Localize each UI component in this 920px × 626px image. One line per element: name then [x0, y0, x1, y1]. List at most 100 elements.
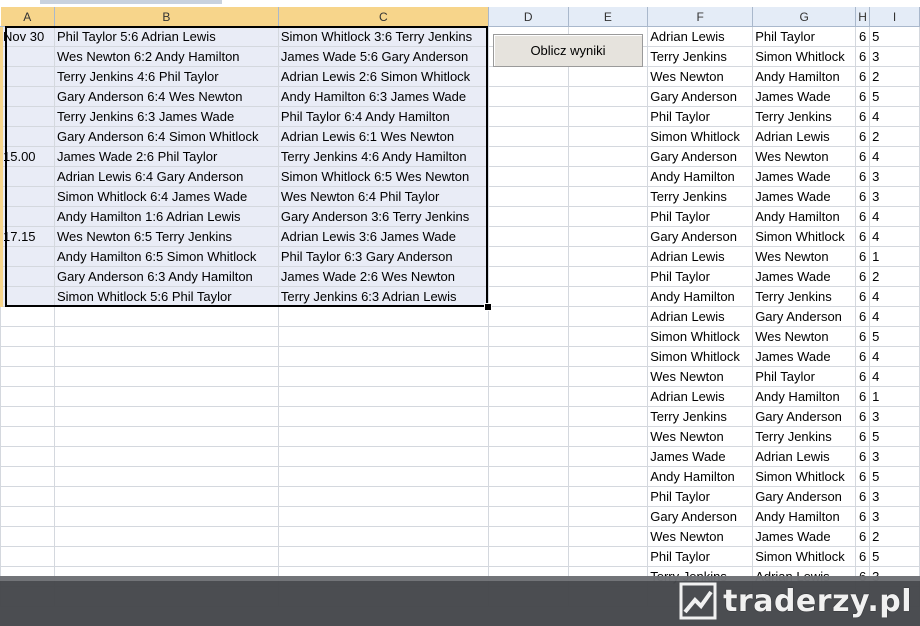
cell-c[interactable]: Wes Newton 6:4 Phil Taylor [278, 186, 489, 207]
cell-d[interactable] [488, 386, 569, 407]
cell-i[interactable]: 5 [869, 546, 920, 567]
cell-a[interactable] [0, 266, 55, 287]
cell-i[interactable]: 2 [869, 526, 920, 547]
cell-d[interactable] [488, 266, 569, 287]
cell-f[interactable]: Phil Taylor [647, 206, 754, 227]
cell-e[interactable] [568, 546, 649, 567]
cell-b[interactable]: James Wade 2:6 Phil Taylor [54, 146, 279, 167]
cell-d[interactable] [488, 546, 569, 567]
column-header-f[interactable]: F [647, 7, 754, 27]
cell-f[interactable]: Andy Hamilton [647, 166, 754, 187]
cell-b[interactable]: Adrian Lewis 6:4 Gary Anderson [54, 166, 279, 187]
cell-b[interactable] [54, 406, 279, 427]
cell-i[interactable]: 4 [869, 226, 920, 247]
cell-g[interactable]: Andy Hamilton [752, 66, 857, 87]
cell-c[interactable] [278, 406, 489, 427]
cell-c[interactable]: Terry Jenkins 4:6 Andy Hamilton [278, 146, 489, 167]
cell-b[interactable]: Gary Anderson 6:4 Wes Newton [54, 86, 279, 107]
cell-h[interactable]: 6 [855, 46, 871, 67]
cell-e[interactable] [568, 66, 649, 87]
cell-b[interactable]: Simon Whitlock 5:6 Phil Taylor [54, 286, 279, 307]
cell-i[interactable]: 3 [869, 486, 920, 507]
cell-a[interactable] [0, 506, 55, 527]
cell-i[interactable]: 3 [869, 166, 920, 187]
cell-c[interactable] [278, 386, 489, 407]
cell-a[interactable] [0, 306, 55, 327]
cell-a[interactable] [0, 406, 55, 427]
cell-g[interactable]: James Wade [752, 526, 857, 547]
cell-h[interactable]: 6 [855, 186, 871, 207]
cell-f[interactable]: Adrian Lewis [647, 306, 754, 327]
cell-g[interactable]: James Wade [752, 186, 857, 207]
cell-b[interactable]: Andy Hamilton 1:6 Adrian Lewis [54, 206, 279, 227]
cell-b[interactable] [54, 326, 279, 347]
cell-h[interactable]: 6 [855, 166, 871, 187]
cell-g[interactable]: Andy Hamilton [752, 206, 857, 227]
cell-g[interactable]: Gary Anderson [752, 406, 857, 427]
cell-f[interactable]: Phil Taylor [647, 546, 754, 567]
cell-g[interactable]: Wes Newton [752, 326, 857, 347]
cell-c[interactable] [278, 306, 489, 327]
cell-c[interactable]: Gary Anderson 3:6 Terry Jenkins [278, 206, 489, 227]
cell-i[interactable]: 5 [869, 426, 920, 447]
cell-f[interactable]: Wes Newton [647, 366, 754, 387]
cell-c[interactable]: James Wade 5:6 Gary Anderson [278, 46, 489, 67]
cell-a[interactable]: 17.15 [0, 226, 55, 247]
cell-e[interactable] [568, 186, 649, 207]
cell-d[interactable] [488, 86, 569, 107]
cell-h[interactable]: 6 [855, 446, 871, 467]
cell-f[interactable]: Simon Whitlock [647, 346, 754, 367]
cell-f[interactable]: Terry Jenkins [647, 46, 754, 67]
cell-g[interactable]: Andy Hamilton [752, 506, 857, 527]
cell-c[interactable] [278, 486, 489, 507]
cell-a[interactable]: 15.00 [0, 146, 55, 167]
cell-a[interactable]: Nov 30 [0, 26, 55, 47]
column-header-e[interactable]: E [568, 7, 649, 27]
cell-a[interactable] [0, 186, 55, 207]
cell-h[interactable]: 6 [855, 126, 871, 147]
cell-d[interactable] [488, 486, 569, 507]
cell-c[interactable]: Phil Taylor 6:3 Gary Anderson [278, 246, 489, 267]
calculate-results-button[interactable]: Oblicz wyniki [493, 34, 643, 67]
cell-d[interactable] [488, 106, 569, 127]
cell-i[interactable]: 4 [869, 146, 920, 167]
cell-i[interactable]: 4 [869, 306, 920, 327]
cell-b[interactable] [54, 506, 279, 527]
cell-f[interactable]: Terry Jenkins [647, 406, 754, 427]
cell-g[interactable]: Terry Jenkins [752, 106, 857, 127]
cell-b[interactable] [54, 486, 279, 507]
cell-c[interactable]: Adrian Lewis 2:6 Simon Whitlock [278, 66, 489, 87]
cell-h[interactable]: 6 [855, 486, 871, 507]
cell-a[interactable] [0, 86, 55, 107]
cell-c[interactable] [278, 526, 489, 547]
cell-c[interactable]: Simon Whitlock 6:5 Wes Newton [278, 166, 489, 187]
cell-b[interactable]: Terry Jenkins 4:6 Phil Taylor [54, 66, 279, 87]
cell-h[interactable]: 6 [855, 426, 871, 447]
cell-f[interactable]: Phil Taylor [647, 106, 754, 127]
cell-b[interactable] [54, 426, 279, 447]
cell-a[interactable] [0, 446, 55, 467]
cell-b[interactable] [54, 526, 279, 547]
cell-i[interactable]: 5 [869, 26, 920, 47]
cell-b[interactable] [54, 386, 279, 407]
cell-d[interactable] [488, 306, 569, 327]
cell-a[interactable] [0, 286, 55, 307]
cell-h[interactable]: 6 [855, 226, 871, 247]
cell-g[interactable]: James Wade [752, 166, 857, 187]
cell-g[interactable]: Terry Jenkins [752, 426, 857, 447]
cell-f[interactable]: Gary Anderson [647, 86, 754, 107]
cell-b[interactable]: Andy Hamilton 6:5 Simon Whitlock [54, 246, 279, 267]
cell-g[interactable]: James Wade [752, 86, 857, 107]
cell-b[interactable] [54, 466, 279, 487]
cell-d[interactable] [488, 526, 569, 547]
cell-a[interactable] [0, 526, 55, 547]
cell-d[interactable] [488, 506, 569, 527]
cell-e[interactable] [568, 326, 649, 347]
cell-d[interactable] [488, 426, 569, 447]
cell-h[interactable]: 6 [855, 546, 871, 567]
cell-a[interactable] [0, 106, 55, 127]
cell-h[interactable]: 6 [855, 26, 871, 47]
cell-d[interactable] [488, 406, 569, 427]
cell-f[interactable]: Simon Whitlock [647, 326, 754, 347]
cell-b[interactable]: Simon Whitlock 6:4 James Wade [54, 186, 279, 207]
